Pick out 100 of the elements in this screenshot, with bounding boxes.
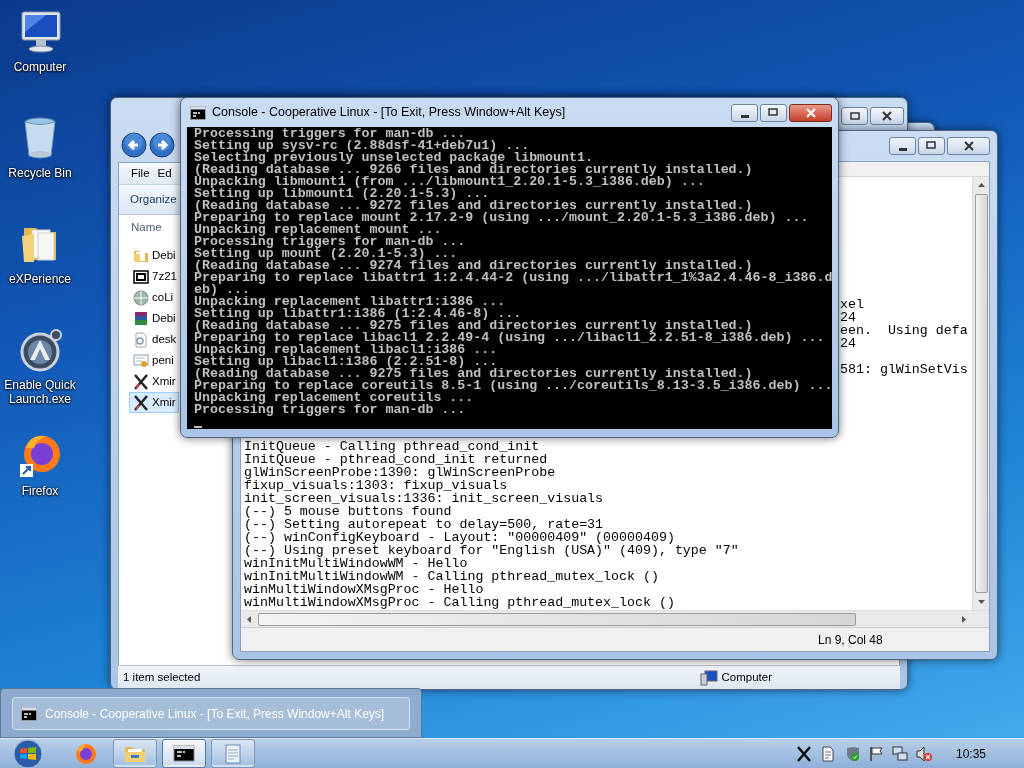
console-line: Selecting previously unselected package libmount1. <box>194 152 593 164</box>
desktop-icon-label[interactable]: Recycle Bin <box>8 166 72 180</box>
forward-button[interactable] <box>149 132 175 158</box>
computer-icon <box>699 669 718 686</box>
minimize-button[interactable] <box>889 137 916 155</box>
taskbar-button[interactable] <box>162 739 206 768</box>
preview-title: Console - Cooperative Linux - [To Exit, Press Window+Alt Keys] <box>45 705 385 723</box>
menu-item[interactable]: Ed <box>157 164 172 183</box>
location-label: Computer <box>721 669 772 685</box>
file-row[interactable]: Debi <box>129 245 179 266</box>
console-line: Unpacking libmount1 (from .../libmount1_2.20.1-5.3_i386.deb) ... <box>194 176 705 188</box>
network-icon[interactable] <box>891 745 908 762</box>
console-line: Unpacking replacement coreutils ... <box>194 392 475 404</box>
archive-icon <box>133 268 149 285</box>
close-button[interactable] <box>870 107 904 125</box>
cross-icon <box>133 373 149 390</box>
file-row[interactable]: Debi <box>129 308 179 329</box>
file-name: Xmir <box>152 394 176 410</box>
log-line: 24 <box>840 311 857 324</box>
console-line: (Reading database ... 9275 files and directories currently installed.) <box>194 320 753 332</box>
minimize-icon <box>898 148 907 151</box>
speaker-muted-icon[interactable] <box>915 745 932 762</box>
file-row[interactable]: coLi <box>129 287 179 308</box>
log-line: fixup_visuals:1303: fixup_visuals <box>244 479 508 492</box>
desktop-icon-label[interactable]: Enable Quick Launch.exe <box>0 378 80 406</box>
menu-item[interactable]: File <box>131 164 150 183</box>
books-icon <box>133 310 149 327</box>
vertical-scrollbar[interactable] <box>972 177 989 610</box>
close-button[interactable] <box>789 103 832 122</box>
console-line: (Reading database ... 9274 files and directories currently installed.) <box>194 260 753 272</box>
console-line: Processing triggers for man-db ... <box>194 128 466 140</box>
globe-icon <box>133 289 149 306</box>
console-line: Preparing to replace mount 2.17.2-9 (using .../mount_2.20.1-5.3_i386.deb) ... <box>194 212 810 224</box>
log-line: InitQueue - Calling pthread_cond_init <box>244 440 541 453</box>
console-line: eb) ... <box>194 284 250 296</box>
maximize-button[interactable] <box>841 107 868 125</box>
scroll-thumb[interactable] <box>258 612 857 626</box>
console-line: Processing triggers for man-db ... <box>194 236 467 248</box>
file-name: Debi <box>152 310 176 326</box>
console-line: Setting up mount (2.20.1-5.3) ... <box>194 248 458 260</box>
console-line: Setting up libattr1:i386 (1:2.4.46-8) ... <box>194 308 522 320</box>
console-line: Preparing to replace coreutils 8.5-1 (using .../coreutils_8.13-3.5_i386.deb) ... <box>194 380 832 392</box>
console-line: Unpacking replacement libattr1:i386 ... <box>194 296 507 308</box>
close-icon <box>881 111 893 121</box>
file-row[interactable]: 7z21 <box>129 266 179 287</box>
log-line: (--) Using preset keyboard for "English (USA)" (409), type "7" <box>244 544 740 557</box>
flag-icon[interactable] <box>867 745 884 762</box>
clock[interactable]: 10:35 <box>955 744 986 763</box>
file-row[interactable]: peni <box>129 350 179 371</box>
log-line: init_screen_visuals:1336: init_screen_visuals <box>244 492 605 505</box>
maximize-icon <box>849 112 860 120</box>
console-line: (Reading database ... 9272 files and directories currently installed.) <box>194 200 753 212</box>
document-icon[interactable] <box>819 745 836 762</box>
column-header[interactable]: Name <box>131 219 162 237</box>
file-row[interactable]: Xmir <box>129 371 179 392</box>
window-title: Console - Cooperative Linux - [To Exit, Press Window+Alt Keys] <box>212 104 567 122</box>
maximize-icon <box>767 107 780 118</box>
toolbar-button[interactable]: Organize <box>130 190 177 209</box>
log-line: (--) 5 mouse buttons found <box>244 505 453 518</box>
file-name: 7z21 <box>152 268 177 284</box>
text-cursor <box>194 426 202 428</box>
status-text: 1 item selected <box>122 669 201 685</box>
horizontal-scrollbar[interactable] <box>241 610 989 627</box>
minimize-icon <box>740 114 749 118</box>
console-line: Unpacking replacement mount ... <box>194 224 443 236</box>
log-line: winMultiWindowXMsgProc - Calling pthread_mutex_lock () <box>244 596 676 609</box>
log-line: 581: glWinSetVis <box>840 363 969 376</box>
log-line: 24 <box>840 337 857 350</box>
log-line: InitQueue - pthread_cond_init returned <box>244 453 549 466</box>
desktop-icon-label[interactable]: eXPerience <box>8 272 71 286</box>
file-name: Xmir <box>152 373 176 389</box>
file-row[interactable]: desk <box>129 329 179 350</box>
desktop-icon-label[interactable]: Computer <box>13 60 67 74</box>
close-icon <box>804 107 817 118</box>
console-line: Setting up sysv-rc (2.88dsf-41+deb7u1) ... <box>194 140 530 152</box>
console-line: Setting up libmount1 (2.20.1-5.3) ... <box>194 188 490 200</box>
file-row[interactable]: Xmir <box>129 392 179 413</box>
maximize-button[interactable] <box>760 103 787 122</box>
back-button[interactable] <box>121 132 147 158</box>
console-line: Processing triggers for man-db ... <box>194 404 467 416</box>
console-line: Setting up libacl1:i386 (2.2.51-8) ... <box>194 356 498 368</box>
maximize-button[interactable] <box>918 137 945 155</box>
minimize-button[interactable] <box>731 103 758 122</box>
scroll-thumb[interactable] <box>974 194 988 593</box>
log-line: (--) winConfigKeyboard - Layout: "00000409" (00000409) <box>244 531 676 544</box>
browser-icon <box>74 741 98 766</box>
log-line: winInitMultiWindowWM - Hello <box>244 557 469 570</box>
close-icon <box>962 141 975 151</box>
close-button[interactable] <box>947 137 990 155</box>
console-line: (Reading database ... 9266 files and directories currently installed.) <box>194 164 754 176</box>
file-name: desk <box>152 331 177 347</box>
console-line: Unpacking replacement libacl1:i386 ... <box>194 344 499 356</box>
console-icon <box>21 706 37 721</box>
cross-icon[interactable] <box>795 745 812 762</box>
file-name: coLi <box>152 289 174 305</box>
log-line: xel <box>840 298 865 311</box>
console-icon <box>190 105 206 120</box>
cursor-position: Ln 9, Col 48 <box>818 631 883 649</box>
log-line: (--) Setting autorepeat to delay=500, rate=31 <box>244 518 605 531</box>
desktop-icon-label[interactable]: Firefox <box>21 484 59 498</box>
